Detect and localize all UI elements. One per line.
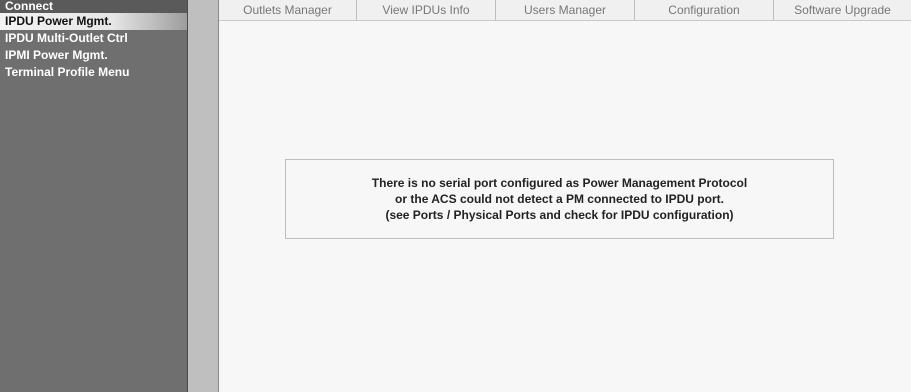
sidebar-nav: Connect IPDU Power Mgmt. IPDU Multi-Outl… bbox=[0, 0, 188, 392]
no-port-message-box: There is no serial port configured as Po… bbox=[285, 159, 834, 239]
message-line-3: (see Ports / Physical Ports and check fo… bbox=[385, 208, 734, 222]
sidebar-item-terminal-profile-menu[interactable]: Terminal Profile Menu bbox=[0, 64, 187, 81]
sidebar-divider-strip bbox=[188, 0, 219, 392]
sidebar-item-connect[interactable]: Connect bbox=[0, 0, 187, 13]
main-content: Outlets Manager View IPDUs Info Users Ma… bbox=[219, 0, 911, 392]
tab-outlets-manager[interactable]: Outlets Manager bbox=[219, 0, 357, 20]
sidebar-item-ipdu-multi-outlet-ctrl[interactable]: IPDU Multi-Outlet Ctrl bbox=[0, 30, 187, 47]
tab-software-upgrade[interactable]: Software Upgrade bbox=[774, 0, 911, 20]
message-line-2: or the ACS could not detect a PM connect… bbox=[395, 192, 724, 206]
tab-configuration[interactable]: Configuration bbox=[635, 0, 774, 20]
tab-view-ipdus-info[interactable]: View IPDUs Info bbox=[357, 0, 496, 20]
message-line-1: There is no serial port configured as Po… bbox=[371, 176, 748, 190]
tab-users-manager[interactable]: Users Manager bbox=[496, 0, 635, 20]
tab-bar: Outlets Manager View IPDUs Info Users Ma… bbox=[219, 0, 911, 21]
sidebar-item-ipmi-power-mgmt[interactable]: IPMI Power Mgmt. bbox=[0, 47, 187, 64]
sidebar-item-ipdu-power-mgmt[interactable]: IPDU Power Mgmt. bbox=[0, 13, 187, 30]
